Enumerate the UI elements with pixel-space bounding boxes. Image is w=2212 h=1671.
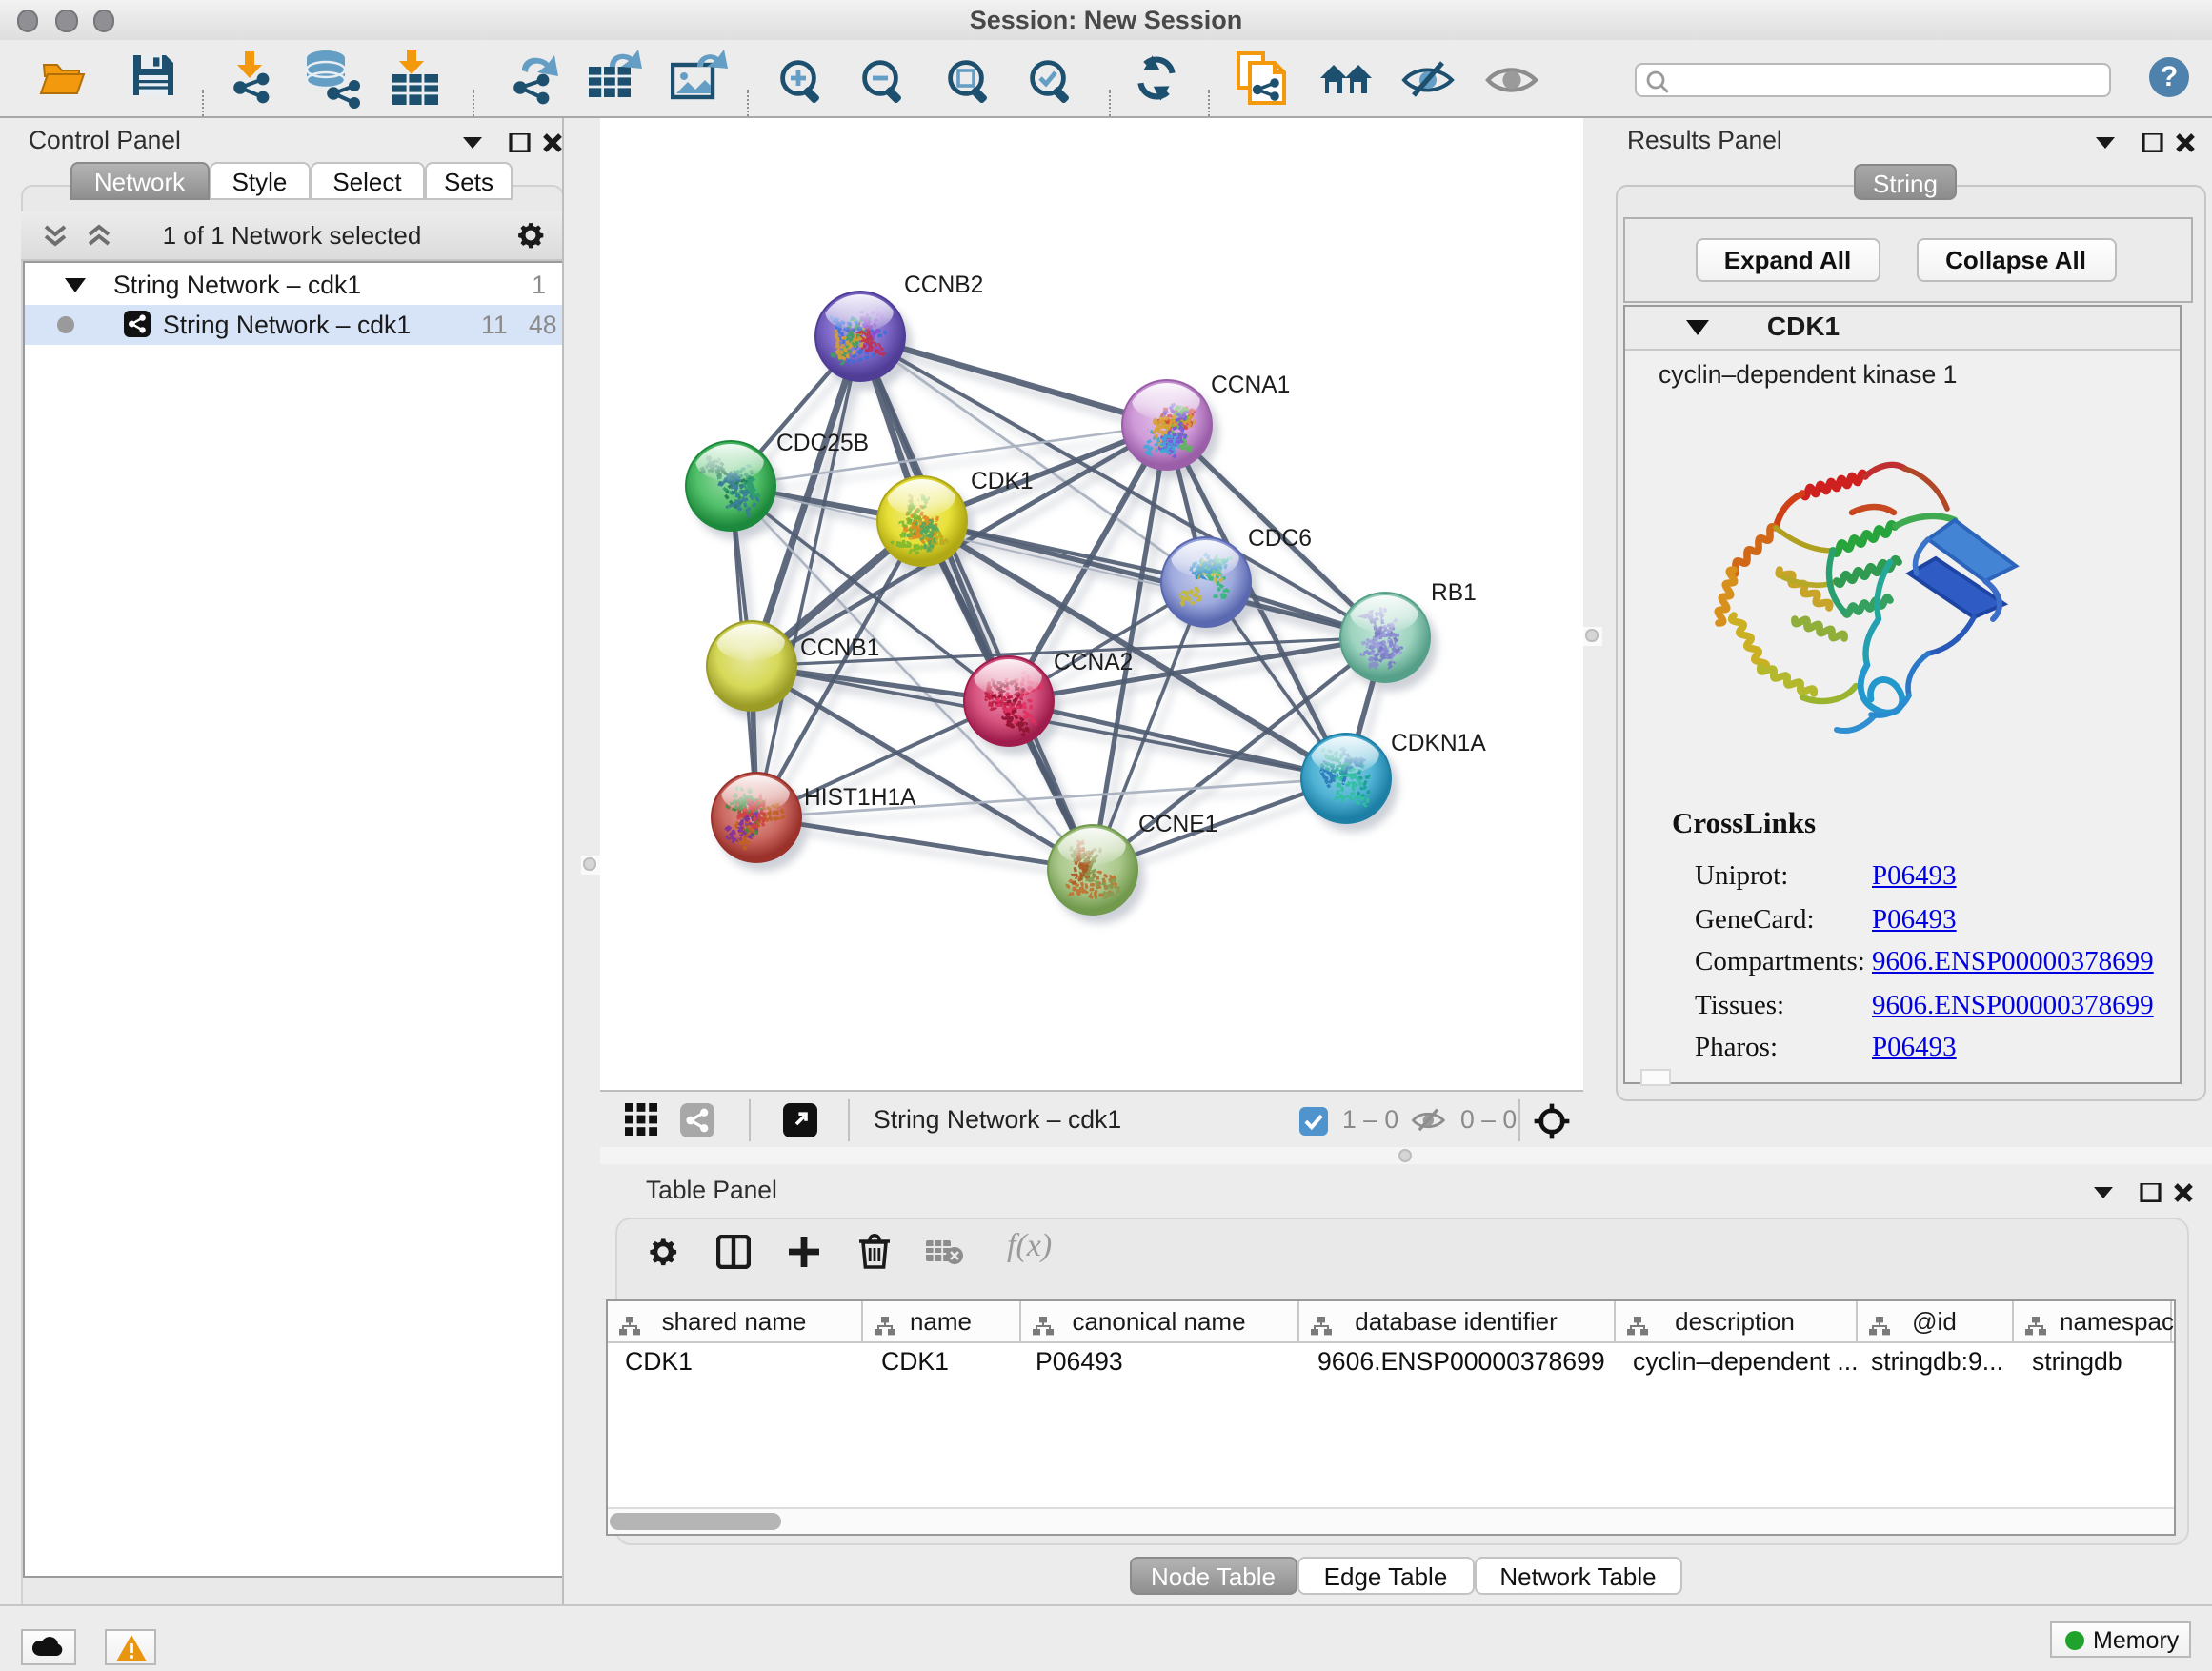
svg-text:CCNA2: CCNA2 [1054, 650, 1133, 675]
svg-text:CDC25B: CDC25B [776, 431, 869, 456]
svg-text:CCNA1: CCNA1 [1211, 372, 1290, 398]
svg-text:CCNE1: CCNE1 [1138, 812, 1217, 837]
svg-text:CCNB2: CCNB2 [904, 272, 983, 298]
svg-text:RB1: RB1 [1431, 580, 1477, 606]
svg-text:CDC6: CDC6 [1248, 526, 1312, 552]
svg-text:CCNB1: CCNB1 [800, 635, 879, 661]
svg-text:HIST1H1A: HIST1H1A [804, 785, 916, 811]
svg-text:CDKN1A: CDKN1A [1391, 731, 1486, 756]
svg-text:CDK1: CDK1 [971, 469, 1034, 494]
